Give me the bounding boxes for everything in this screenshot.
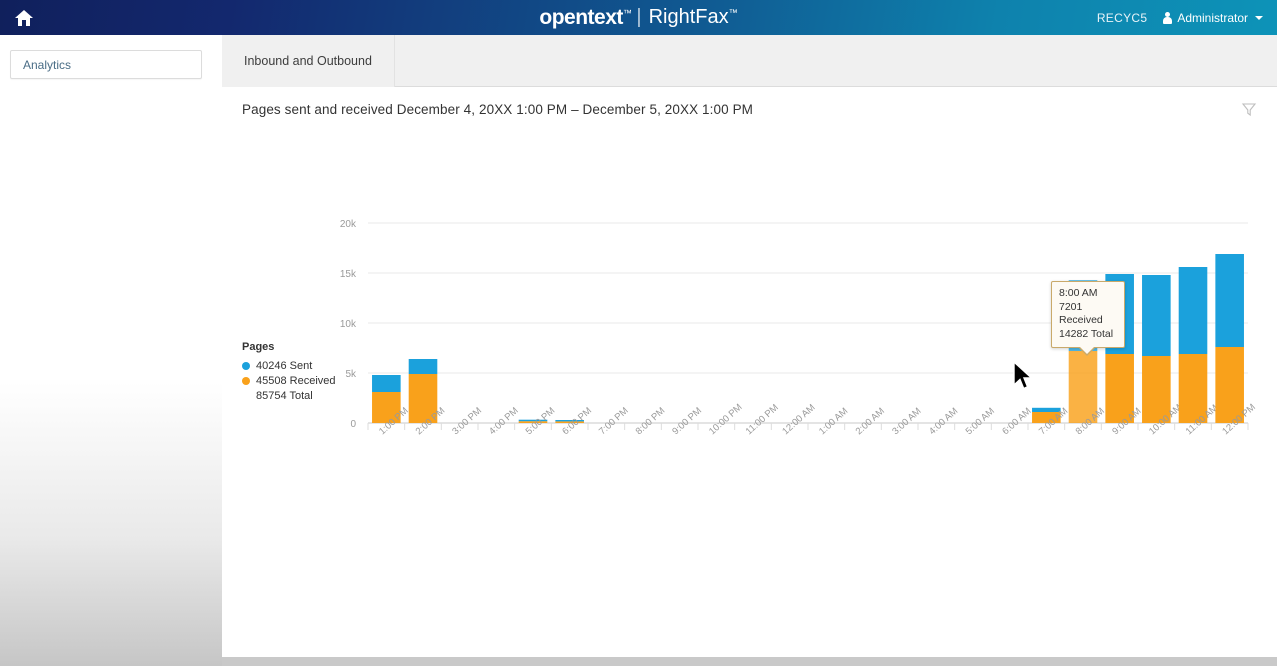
legend-label-total: 85754 Total [256,390,313,402]
legend-label-received: 45508 Received [256,375,336,387]
user-icon [1163,11,1173,24]
tab-bar: Inbound and Outbound [222,35,1277,87]
x-axis-tick-label: 4:00 PM [487,405,521,437]
legend-item-total: 85754 Total [242,389,352,403]
brand-logo: opentext™ | RightFax™ [0,0,1277,35]
x-axis-tick-label: 1:00 AM [817,406,850,438]
user-menu-label: Administrator [1177,10,1248,25]
user-menu[interactable]: Administrator [1163,11,1263,25]
sidebar-item-label: Analytics [23,57,72,72]
x-axis-tick-label: 5:00 AM [964,406,997,438]
tooltip-received: 7201 Received [1059,300,1103,327]
x-axis-tick-label: 7:00 PM [597,405,631,437]
header-right: RECYC5 Administrator [1097,0,1263,35]
brand-opentext: opentext™ [539,5,632,29]
chart-legend: Pages 40246 Sent 45508 Received 85754 To… [242,341,352,404]
brand-trademark-1: ™ [622,7,632,18]
chart-tooltip: 8:00 AM 7201 Received 14282 Total [1051,281,1125,356]
y-axis-tick-label: 20k [340,219,357,230]
bar-segment-sent[interactable] [1215,254,1244,347]
sidebar-item-analytics[interactable]: Analytics [10,50,202,79]
app-header: opentext™ | RightFax™ RECYC5 Administrat… [0,0,1277,35]
chevron-down-icon [1255,15,1263,20]
x-axis-tick-label: 8:00 PM [634,405,668,437]
y-axis-tick-label: 15k [340,269,357,280]
y-axis-tick-label: 10k [340,319,357,330]
legend-color-swatch-received [242,377,250,385]
x-axis-tick-label: 3:00 PM [450,405,484,437]
legend-color-swatch-sent [242,362,250,370]
tab-inbound-and-outbound[interactable]: Inbound and Outbound [222,35,395,87]
x-axis-tick-label: 12:00 AM [780,402,817,437]
brand-separator: | [636,6,642,28]
sidebar: Analytics [0,35,222,666]
analytics-panel: Pages sent and received December 4, 20XX… [222,87,1277,657]
legend-item-sent: 40246 Sent [242,359,352,373]
legend-title: Pages [242,341,275,353]
x-axis-tick-label: 3:00 AM [890,406,923,438]
tooltip-total: 14282 Total [1059,327,1114,340]
bar-segment-sent[interactable] [1142,275,1171,356]
x-axis-tick-label: 9:00 PM [670,405,704,437]
legend-item-received: 45508 Received [242,374,352,388]
tooltip-time: 8:00 AM [1059,287,1098,299]
x-axis-tick-label: 11:00 PM [744,402,781,437]
x-axis-tick-label: 4:00 AM [927,406,960,438]
x-axis-tick-label: 6:00 AM [1000,406,1033,438]
tab-label: Inbound and Outbound [244,54,372,68]
home-icon[interactable] [14,8,34,28]
panel-header: Pages sent and received December 4, 20XX… [222,87,1277,131]
brand-trademark-2: ™ [728,7,738,18]
bar-segment-sent[interactable] [372,375,401,392]
bar-segment-sent[interactable] [1178,267,1208,354]
y-axis-tick-label: 0 [350,419,356,430]
filter-icon[interactable] [1241,101,1257,117]
legend-label-sent: 40246 Sent [256,360,313,372]
brand-rightfax: RightFax™ [648,6,738,28]
chart-container: 0 5k 10k 15k 20k 1:00 PM 2:00 PM 3:00 PM 4:00 PM… [222,131,1277,451]
page-title: Pages sent and received December 4, 20XX… [242,101,754,117]
x-axis-tick-label: 2:00 AM [854,406,887,438]
server-name-label: RECYC5 [1096,10,1148,25]
bar-segment-sent[interactable] [408,359,438,374]
x-axis-tick-label: 10:00 PM [707,402,745,437]
content-area: Inbound and Outbound Pages sent and rece… [222,35,1277,666]
